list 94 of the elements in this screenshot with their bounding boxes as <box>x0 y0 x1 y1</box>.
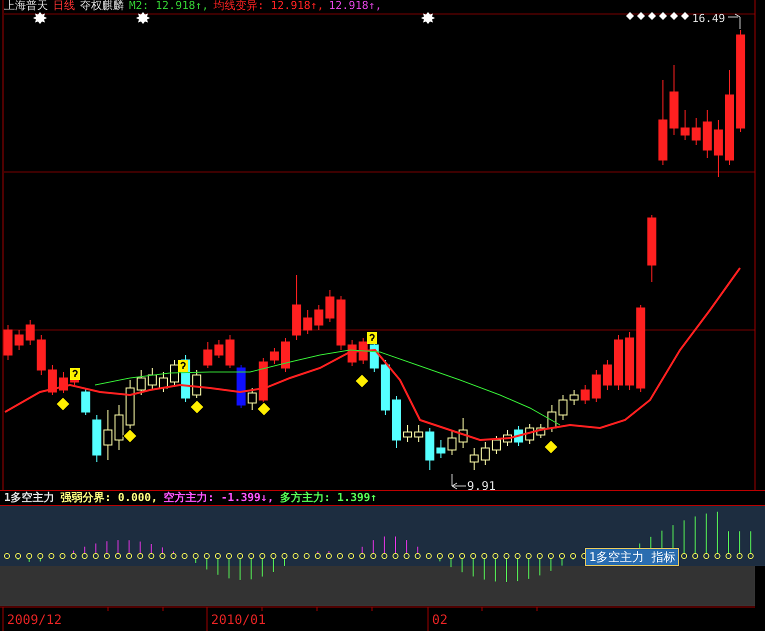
candlestick <box>602 360 612 390</box>
candlestick <box>714 120 723 178</box>
indicator-value: M2: 12.918↑, <box>129 0 208 12</box>
candlestick <box>558 394 568 420</box>
candlestick <box>214 340 224 358</box>
question-marker-icon <box>367 332 377 344</box>
high-price-label: 16.49 <box>692 12 726 25</box>
indicator-value: 强弱分界: 0.000, <box>60 492 158 504</box>
diamond-marker-icon <box>354 373 370 389</box>
period-label: 日线 <box>53 0 75 12</box>
mode-label: 夺权麒麟 <box>80 0 124 12</box>
candlestick <box>48 364 57 396</box>
candlestick <box>158 372 168 392</box>
candlestick <box>336 296 346 350</box>
candlestick <box>192 370 202 398</box>
candlestick <box>414 424 424 442</box>
candlestick <box>126 380 135 430</box>
candlestick <box>248 388 257 410</box>
candlestick <box>303 310 312 334</box>
candlestick <box>26 320 35 346</box>
candlestick <box>281 338 290 372</box>
candlestick <box>36 334 46 376</box>
indicator-value: 多方主力: 1.399↑ <box>280 492 377 504</box>
candlestick <box>226 334 234 368</box>
candlestick <box>136 370 146 396</box>
candlestick <box>670 64 678 136</box>
indicator-name: 1多空主力 <box>4 492 55 504</box>
candlestick <box>114 404 124 450</box>
candlestick <box>292 274 302 340</box>
candlestick <box>14 330 24 350</box>
candlestick <box>503 430 512 446</box>
diamond-marker-icon <box>681 12 689 20</box>
candlestick <box>203 342 212 368</box>
candlestick <box>492 436 501 454</box>
question-marker-icon <box>178 360 188 372</box>
diamond-marker-icon <box>648 12 656 20</box>
candlestick <box>325 290 334 322</box>
candlestick <box>536 424 546 438</box>
candlestick <box>81 388 90 416</box>
candlestick <box>170 360 179 386</box>
candlestick <box>236 364 246 408</box>
candlestick <box>692 118 701 146</box>
diamond-marker-icon <box>256 401 272 417</box>
star-marker-icon <box>421 12 435 24</box>
candlestick <box>470 448 479 470</box>
candlestick <box>148 368 157 390</box>
candlestick <box>580 384 590 404</box>
candlestick <box>614 334 623 390</box>
high-price-arrow <box>728 14 740 30</box>
candlestick <box>348 340 357 366</box>
candlestick <box>448 430 456 456</box>
candlestick <box>525 424 534 444</box>
candlestick <box>92 414 102 462</box>
diamond-marker-icon <box>670 12 678 20</box>
diamond-marker-icon <box>543 439 559 455</box>
indicator-value: 12.918↑, <box>328 0 382 12</box>
candlestick <box>436 440 446 458</box>
candlestick <box>314 304 324 330</box>
star-marker-icon <box>33 12 47 24</box>
indicator-value: 均线变异: 12.918↑, <box>213 0 324 12</box>
date-label: 2010/01 <box>211 613 266 628</box>
candlestick <box>680 110 690 140</box>
diamond-marker-icon <box>637 12 645 20</box>
candlestick <box>403 424 412 442</box>
candlestick <box>592 370 601 402</box>
star-marker-icon <box>136 12 150 24</box>
candlestick <box>570 390 579 406</box>
candlestick <box>647 214 656 282</box>
diamond-marker-icon <box>189 399 205 415</box>
candlestick <box>4 324 12 360</box>
candlestick <box>270 348 279 364</box>
candlestick <box>702 110 712 158</box>
low-price-label: 9.91 <box>467 479 496 490</box>
indicator-value: 空方主力: -1.399↓, <box>164 492 274 504</box>
date-label: 02 <box>432 613 448 628</box>
candlestick <box>59 372 68 394</box>
candlestick <box>547 404 556 432</box>
candlestick <box>458 418 468 448</box>
low-price-arrow <box>452 474 466 490</box>
candlestick <box>625 332 634 390</box>
candlestick <box>514 426 524 446</box>
candlestick <box>425 428 434 470</box>
candlestick <box>358 338 368 364</box>
diamond-marker-icon <box>122 428 138 444</box>
diamond-marker-icon <box>659 12 667 20</box>
candlestick <box>380 360 390 416</box>
diamond-marker-icon <box>626 12 634 20</box>
question-marker-icon <box>70 368 80 380</box>
diamond-marker-icon <box>55 396 71 412</box>
candlestick <box>392 396 401 448</box>
candlestick <box>103 410 112 460</box>
candlestick <box>480 442 490 466</box>
date-label: 2009/12 <box>7 613 62 628</box>
indicator-tooltip: 1多空主力 指标 <box>585 548 680 566</box>
